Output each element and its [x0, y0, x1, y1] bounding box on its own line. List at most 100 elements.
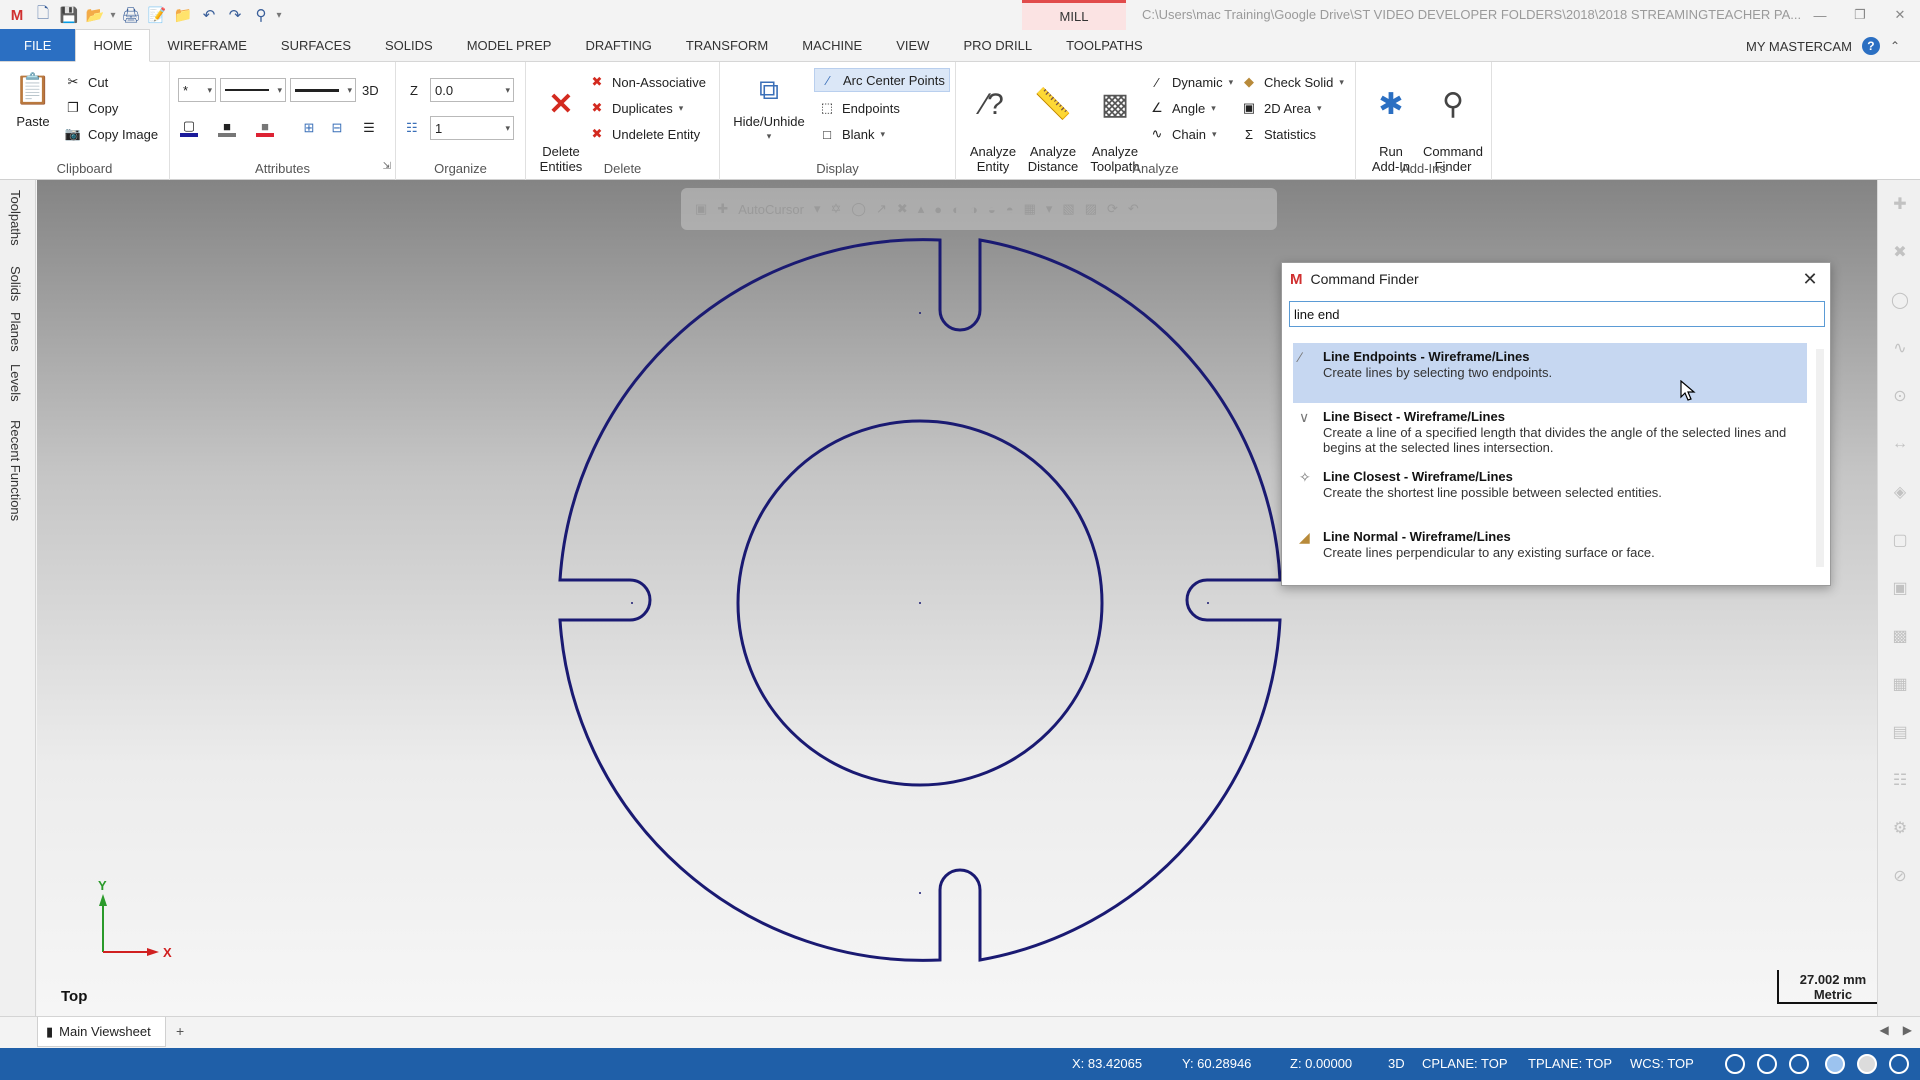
manager-tab-levels[interactable]: Levels	[8, 364, 23, 402]
outer-profile-with-slots[interactable]	[558, 238, 1282, 962]
clear-mask-icon[interactable]: ⊘	[1886, 862, 1914, 890]
mask-arcs-icon[interactable]: ◯	[1886, 286, 1914, 314]
new-file-icon[interactable]: 🗋	[30, 2, 56, 28]
tab-wireframe[interactable]: WIREFRAME	[150, 29, 263, 61]
shaded-icon[interactable]	[1825, 1054, 1845, 1074]
endpoints-toggle[interactable]: ⬚ Endpoints	[818, 96, 900, 120]
mask-groups-icon[interactable]: ▩	[1886, 622, 1914, 650]
tab-pro-drill[interactable]: PRO DRILL	[946, 29, 1049, 61]
mask-surfaces-icon[interactable]: ◈	[1886, 478, 1914, 506]
tab-view[interactable]: VIEW	[879, 29, 946, 61]
save-icon[interactable]: 💾	[56, 2, 82, 28]
solid-color-button[interactable]: ■	[218, 116, 236, 140]
restore-icon[interactable]: ❐	[1840, 0, 1880, 30]
tab-transform[interactable]: TRANSFORM	[669, 29, 785, 61]
tab-file[interactable]: FILE	[0, 29, 76, 61]
result-line-normal[interactable]: ◢ Line Normal - Wireframe/Lines Create l…	[1293, 523, 1807, 583]
mask-points-icon[interactable]: ⊙	[1886, 382, 1914, 410]
line-width-select[interactable]: ▾	[290, 78, 356, 102]
status-cplane[interactable]: CPLANE: TOP	[1422, 1056, 1508, 1071]
hide-unhide-button[interactable]: ⧉ Hide/Unhide ▾	[726, 68, 812, 144]
manager-tab-toolpaths[interactable]: Toolpaths	[8, 190, 23, 246]
2d-area-button[interactable]: ▣ 2D Area ▾	[1240, 96, 1322, 120]
command-finder-button[interactable]: ⚲ Command Finder	[1422, 68, 1484, 174]
run-addin-button[interactable]: ✱ Run Add-In	[1360, 68, 1422, 174]
chain-button[interactable]: ∿ Chain ▾	[1148, 122, 1217, 146]
dropdown-arrow-icon[interactable]: ▾	[108, 10, 118, 21]
copy-image-button[interactable]: 📷 Copy Image	[64, 122, 158, 146]
dynamic-button[interactable]: ∕ Dynamic ▾	[1148, 70, 1233, 94]
help-icon[interactable]: ?	[1861, 37, 1880, 55]
line-style-select[interactable]: ▾	[220, 78, 286, 102]
tab-solids[interactable]: SOLIDS	[368, 29, 450, 61]
tab-model-prep[interactable]: MODEL PREP	[450, 29, 569, 61]
wireframe-color-button[interactable]: ▢	[180, 116, 198, 140]
result-line-closest[interactable]: ✧ Line Closest - Wireframe/Lines Create …	[1293, 463, 1807, 523]
mask-wireframe-icon[interactable]: ✖	[1886, 238, 1914, 266]
mask-settings-icon[interactable]: ⚙	[1886, 814, 1914, 842]
wireframe-globe-icon[interactable]	[1757, 1054, 1777, 1074]
select-all-mask-icon[interactable]: ✚	[1886, 190, 1914, 218]
mill-context-tab[interactable]: MILL	[1022, 0, 1126, 30]
delete-entities-button[interactable]: ✕ Delete Entities	[530, 68, 592, 174]
check-solid-button[interactable]: ◆ Check Solid ▾	[1240, 70, 1344, 94]
tab-machine[interactable]: MACHINE	[785, 29, 879, 61]
mask-solids-icon[interactable]: ▢	[1886, 526, 1914, 554]
undo-icon[interactable]: ↶	[196, 2, 222, 28]
mask-dimensions-icon[interactable]: ↔	[1886, 430, 1914, 458]
minimize-icon[interactable]: —	[1800, 0, 1840, 30]
analyze-icon[interactable]: ⚲	[248, 2, 274, 28]
set-attributes-button[interactable]: ⊞	[300, 116, 318, 140]
close-window-icon[interactable]: ✕	[1880, 0, 1920, 30]
mask-meshes-icon[interactable]: ▣	[1886, 574, 1914, 602]
result-line-endpoints[interactable]: ∕ Line Endpoints - Wireframe/Lines Creat…	[1293, 343, 1807, 403]
redo-icon[interactable]: ↷	[222, 2, 248, 28]
status-tplane[interactable]: TPLANE: TOP	[1528, 1056, 1612, 1071]
tab-toolpaths[interactable]: TOOLPATHS	[1049, 29, 1160, 61]
chevron-left-icon[interactable]: ◀	[1880, 1023, 1889, 1037]
mask-results-icon[interactable]: ▦	[1886, 670, 1914, 698]
status-wcs[interactable]: WCS: TOP	[1630, 1056, 1694, 1071]
manager-tab-planes[interactable]: Planes	[8, 312, 23, 352]
analyze-distance-button[interactable]: 📏 Analyze Distance	[1022, 68, 1084, 174]
set-entity-button[interactable]: ⊟	[328, 116, 346, 140]
tab-home[interactable]: HOME	[75, 29, 151, 62]
translucency-icon[interactable]	[1889, 1054, 1909, 1074]
globe-icon[interactable]	[1725, 1054, 1745, 1074]
manager-tab-solids[interactable]: Solids	[8, 266, 23, 301]
clear-colors-button[interactable]: ☰	[360, 116, 378, 140]
my-mastercam-link[interactable]: MY MASTERCAM	[1746, 39, 1852, 54]
main-viewsheet-tab[interactable]: ▮ Main Viewsheet	[37, 1017, 166, 1047]
mask-color-icon[interactable]: ▤	[1886, 718, 1914, 746]
analyze-toolpath-button[interactable]: ▩ Analyze Toolpath	[1084, 68, 1146, 174]
z-depth-input[interactable]: 0.0 ▾	[430, 78, 514, 102]
add-viewsheet-button[interactable]: +	[176, 1023, 184, 1039]
shaded-edges-icon[interactable]	[1857, 1054, 1877, 1074]
result-line-bisect[interactable]: ∨ Line Bisect - Wireframe/Lines Create a…	[1293, 403, 1807, 463]
point-style-select[interactable]: * ▾	[178, 78, 216, 102]
manager-tab-recent-functions[interactable]: Recent Functions	[8, 420, 23, 521]
tab-drafting[interactable]: DRAFTING	[568, 29, 668, 61]
statistics-button[interactable]: Σ Statistics	[1240, 122, 1316, 146]
surface-color-button[interactable]: ■	[256, 116, 274, 140]
duplicates-button[interactable]: ✖ Duplicates ▾	[588, 96, 684, 120]
hidden-line-icon[interactable]	[1789, 1054, 1809, 1074]
chevron-right-icon[interactable]: ▶	[1903, 1023, 1912, 1037]
arc-center-points-toggle[interactable]: ∕ Arc Center Points	[814, 68, 950, 92]
save-as-icon[interactable]: 📝	[144, 2, 170, 28]
attributes-dialog-launcher-icon[interactable]: ⇲	[383, 154, 391, 178]
file-merge-icon[interactable]: 📁	[170, 2, 196, 28]
non-associative-button[interactable]: ✖ Non-Associative	[588, 70, 706, 94]
print-icon[interactable]: 🖨	[118, 2, 144, 28]
paste-button[interactable]: 📋 Paste	[4, 68, 62, 129]
results-scrollbar[interactable]	[1816, 349, 1824, 567]
mask-splines-icon[interactable]: ∿	[1886, 334, 1914, 362]
command-search-input[interactable]	[1289, 301, 1825, 327]
customize-qat-icon[interactable]: ▾	[274, 10, 284, 21]
analyze-entity-button[interactable]: ∕? Analyze Entity	[962, 68, 1024, 174]
blank-button[interactable]: □ Blank ▾	[818, 122, 885, 146]
collapse-ribbon-icon[interactable]: ⌃	[1890, 39, 1900, 53]
mastercam-logo-icon[interactable]: M	[4, 2, 30, 28]
tab-surfaces[interactable]: SURFACES	[264, 29, 368, 61]
close-icon[interactable]: ✕	[1798, 267, 1822, 291]
